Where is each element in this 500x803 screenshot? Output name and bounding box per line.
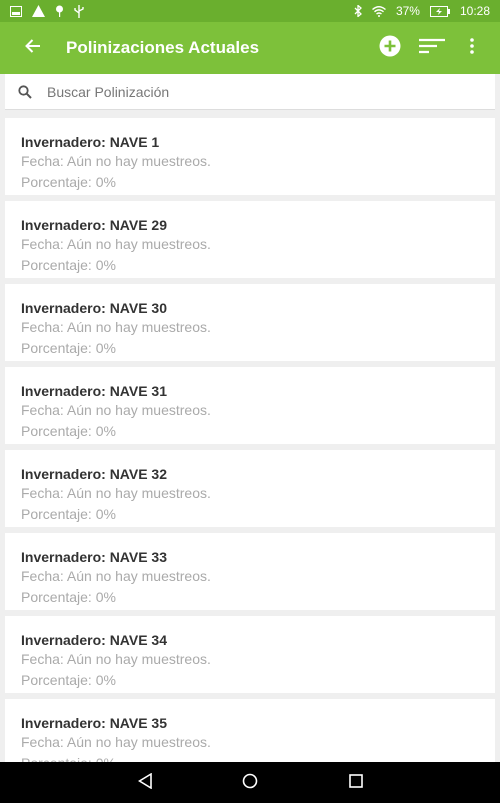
item-title: Invernadero: NAVE 30 xyxy=(21,300,168,316)
item-title: Invernadero: NAVE 35 xyxy=(21,715,168,731)
overflow-menu-button[interactable] xyxy=(456,22,488,74)
usb-icon xyxy=(74,4,84,18)
list-item[interactable]: Invernadero: NAVE 32 Fecha: Aún no hay m… xyxy=(5,450,495,527)
item-date: Fecha: Aún no hay muestreos. xyxy=(21,319,211,335)
item-title: Invernadero: NAVE 33 xyxy=(21,549,168,565)
item-title: Invernadero: NAVE 29 xyxy=(21,217,168,233)
search-bar xyxy=(5,74,495,110)
greenhouse-list: Invernadero: NAVE 1 Fecha: Aún no hay mu… xyxy=(5,118,495,762)
search-icon xyxy=(5,84,45,99)
more-vert-icon xyxy=(470,37,474,59)
item-date: Fecha: Aún no hay muestreos. xyxy=(21,568,211,584)
app-bar: Polinizaciones Actuales xyxy=(0,22,500,74)
item-percentage: Porcentaje: 0% xyxy=(21,423,116,439)
item-date: Fecha: Aún no hay muestreos. xyxy=(21,734,211,750)
recents-square-icon xyxy=(349,773,363,793)
battery-percent: 37% xyxy=(395,4,420,18)
search-input[interactable] xyxy=(45,82,495,101)
list-item[interactable]: Invernadero: NAVE 33 Fecha: Aún no hay m… xyxy=(5,533,495,610)
sort-button[interactable] xyxy=(414,22,450,74)
list-item[interactable]: Invernadero: NAVE 34 Fecha: Aún no hay m… xyxy=(5,616,495,693)
item-date: Fecha: Aún no hay muestreos. xyxy=(21,236,211,252)
item-percentage: Porcentaje: 0% xyxy=(21,589,116,605)
status-left-icons xyxy=(10,4,84,18)
item-date: Fecha: Aún no hay muestreos. xyxy=(21,651,211,667)
item-title: Invernadero: NAVE 32 xyxy=(21,466,168,482)
warning-icon xyxy=(32,5,45,17)
home-circle-icon xyxy=(242,773,258,794)
list-item[interactable]: Invernadero: NAVE 35 Fecha: Aún no hay m… xyxy=(5,699,495,762)
bluetooth-icon xyxy=(354,5,362,17)
item-title: Invernadero: NAVE 1 xyxy=(21,134,160,150)
item-percentage: Porcentaje: 0% xyxy=(21,174,116,190)
nav-back-button[interactable] xyxy=(133,772,157,794)
nav-home-button[interactable] xyxy=(238,772,262,794)
battery-charging-icon xyxy=(429,5,450,17)
status-right-icons: 37% 10:28 xyxy=(354,4,490,18)
page-title: Polinizaciones Actuales xyxy=(66,38,260,57)
arrow-left-icon xyxy=(25,38,41,59)
item-percentage: Porcentaje: 0% xyxy=(21,672,116,688)
back-button[interactable] xyxy=(0,22,66,74)
clock: 10:28 xyxy=(459,4,490,18)
item-percentage: Porcentaje: 0% xyxy=(21,340,116,356)
wifi-icon xyxy=(371,5,386,17)
status-bar: 37% 10:28 xyxy=(0,0,500,22)
item-title: Invernadero: NAVE 31 xyxy=(21,383,168,399)
list-item[interactable]: Invernadero: NAVE 1 Fecha: Aún no hay mu… xyxy=(5,118,495,195)
system-nav-bar xyxy=(0,762,500,803)
item-percentage: Porcentaje: 0% xyxy=(21,257,116,273)
item-date: Fecha: Aún no hay muestreos. xyxy=(21,402,211,418)
item-title: Invernadero: NAVE 34 xyxy=(21,632,168,648)
image-icon xyxy=(10,5,22,17)
back-triangle-icon xyxy=(137,772,152,794)
nav-recents-button[interactable] xyxy=(344,772,368,794)
list-item[interactable]: Invernadero: NAVE 31 Fecha: Aún no hay m… xyxy=(5,367,495,444)
item-percentage: Porcentaje: 0% xyxy=(21,753,479,762)
list-item[interactable]: Invernadero: NAVE 29 Fecha: Aún no hay m… xyxy=(5,201,495,278)
pin-icon xyxy=(55,5,64,17)
list-item[interactable]: Invernadero: NAVE 30 Fecha: Aún no hay m… xyxy=(5,284,495,361)
item-date: Fecha: Aún no hay muestreos. xyxy=(21,485,211,501)
add-circle-icon xyxy=(379,35,401,62)
sort-icon xyxy=(419,38,445,59)
item-percentage: Porcentaje: 0% xyxy=(21,506,116,522)
add-button[interactable] xyxy=(376,22,404,74)
item-date: Fecha: Aún no hay muestreos. xyxy=(21,153,211,169)
